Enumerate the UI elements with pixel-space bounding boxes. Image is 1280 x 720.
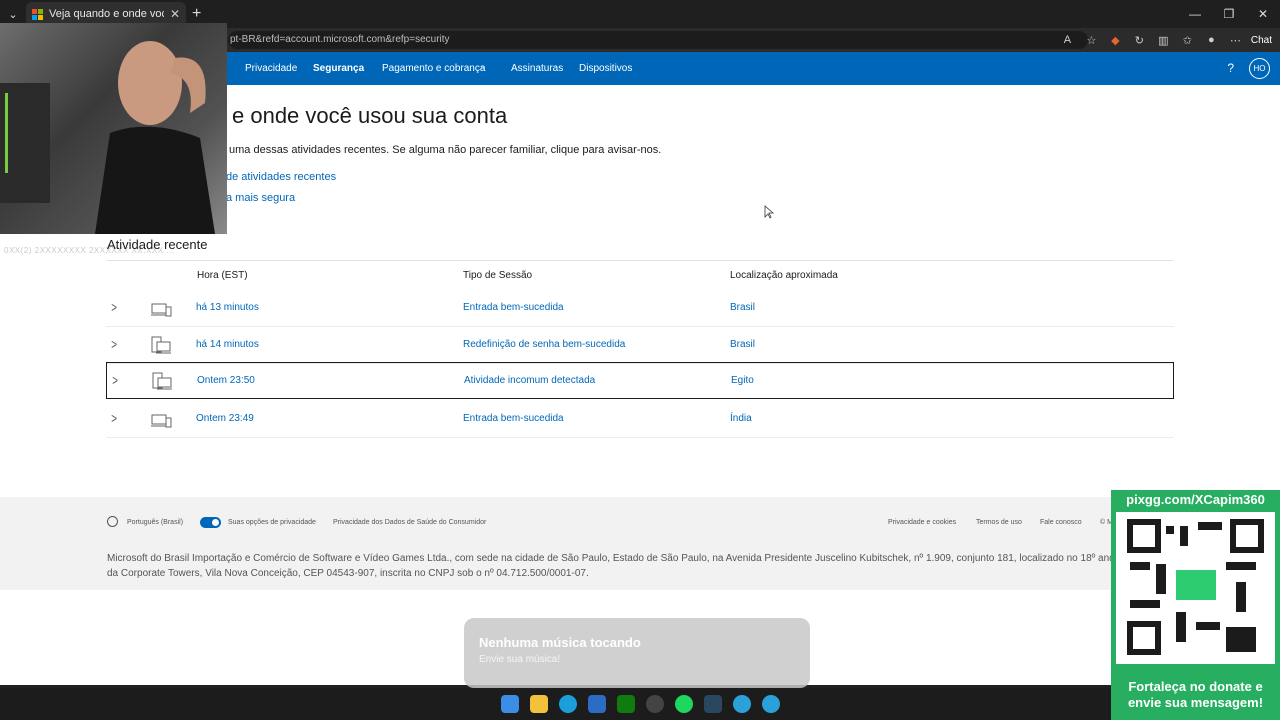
more-options-icon[interactable]: ⋯ [1227,34,1244,47]
footer-link-terms[interactable]: Termos de uso [976,519,1022,526]
page-subtitle: uma dessas atividades recentes. Se algum… [229,144,662,156]
footer-link-privacy[interactable]: Privacidade e cookies [888,519,956,526]
row-session-type[interactable]: Entrada bem-sucedida [463,302,564,313]
row-time[interactable]: há 14 minutos [196,339,259,350]
row-location[interactable]: Índia [730,413,752,424]
row-session-type[interactable]: Entrada bem-sucedida [463,413,564,424]
microsoft-logo-icon [32,8,43,20]
nav-item-privacidade[interactable]: Privacidade [245,63,297,74]
table-row[interactable]: > Ontem 23:49 Entrada bem-sucedida Índia [106,401,1174,438]
maximize-button[interactable]: ❐ [1212,0,1246,28]
promo-message: Fortaleça no donate e envie sua mensagem… [1127,679,1264,710]
globe-icon [107,516,118,527]
table-row-selected[interactable]: > Ontem 23:50 Atividade incomum detectad… [106,362,1174,399]
telegram-icon[interactable] [732,695,751,713]
chevron-right-icon[interactable]: > [111,299,117,315]
footer: Português (Brasil) Suas opções de privac… [0,497,1280,590]
recent-activity-link[interactable]: de atividades recentes [226,171,336,183]
windows-start-icon[interactable] [500,695,519,713]
row-session-type[interactable]: Atividade incomum detectada [464,375,595,386]
external-link-icon: ▫ [481,62,485,72]
promo-url: pixgg.com/XCapim360 [1126,492,1265,507]
telegram-icon[interactable] [761,695,780,713]
chevron-right-icon[interactable]: > [111,336,117,352]
desktop-icon [152,372,172,390]
minimize-button[interactable]: — [1178,0,1212,28]
legal-text: Microsoft do Brasil Importação e Comérci… [107,553,1124,579]
column-header-session: Tipo de Sessão [463,270,533,281]
read-aloud-icon[interactable]: A [1059,34,1076,46]
close-tab-icon[interactable]: ✕ [170,7,180,21]
desktop-icon [151,336,171,354]
row-location[interactable]: Brasil [730,339,755,350]
toast-title: Nenhuma música tocando [479,635,641,650]
more-secure-link[interactable]: a mais segura [226,192,295,204]
row-location[interactable]: Egito [731,375,754,386]
favorite-star-icon[interactable]: ☆ [1083,34,1100,47]
footer-link-contact[interactable]: Fale conosco [1040,519,1082,526]
profile-icon[interactable]: ● [1203,34,1220,46]
page-title: e onde você usou sua conta [232,103,508,128]
laptop-phone-icon [151,414,172,428]
divider [107,260,1174,261]
row-time[interactable]: Ontem 23:49 [196,413,254,424]
taskbar [0,688,1280,720]
row-location[interactable]: Brasil [730,302,755,313]
row-session-type[interactable]: Redefinição de senha bem-sucedida [463,339,625,350]
obs-icon[interactable] [645,695,664,713]
column-header-time: Hora (EST) [197,270,248,281]
close-window-button[interactable]: ✕ [1246,0,1280,28]
section-title: Atividade recente [107,237,208,252]
window-controls: — ❐ ✕ [1178,0,1280,28]
nav-item-assinaturas[interactable]: Assinaturas [511,63,563,74]
table-row[interactable]: > há 14 minutos Redefinição de senha bem… [106,327,1174,364]
privacy-toggle-icon[interactable] [200,517,221,528]
row-time[interactable]: há 13 minutos [196,302,259,313]
spotify-icon[interactable] [674,695,693,713]
language-selector[interactable]: Português (Brasil) [127,519,183,526]
nav-item-seguranca[interactable]: Segurança [313,63,364,74]
donation-promo: pixgg.com/XCapim360 Fortaleça no donate … [1111,490,1280,720]
address-bar[interactable]: pt-BR&refd=account.microsoft.com&refp=se… [228,31,1088,49]
health-privacy-link[interactable]: Privacidade dos Dados de Saúde do Consum… [333,519,486,526]
outlook-icon[interactable] [587,695,606,713]
laptop-phone-icon [151,303,172,317]
file-explorer-icon[interactable] [529,695,548,713]
nav-item-pagamento[interactable]: Pagamento e cobrança [382,63,485,74]
toast-subtitle: Envie sua música! [479,654,561,665]
steam-icon[interactable] [703,695,722,713]
favorites-icon[interactable]: ✩ [1179,34,1196,47]
new-tab-button[interactable]: + [192,5,201,23]
xbox-icon[interactable] [616,695,635,713]
table-row[interactable]: > há 13 minutos Entrada bem-sucedida Bra… [106,290,1174,327]
nav-item-dispositivos[interactable]: Dispositivos [579,63,632,74]
split-screen-icon[interactable]: ▥ [1155,34,1172,47]
mouse-cursor-icon [764,205,774,219]
qr-code-icon [1116,512,1275,664]
copilot-chat-button[interactable]: Chat [1251,35,1272,46]
webcam-overlay [0,23,227,234]
avatar[interactable]: HO [1249,58,1270,79]
refresh-icon[interactable]: ↻ [1131,34,1148,47]
music-toast: Nenhuma música tocando Envie sua música! [464,618,810,688]
privacy-choices-link[interactable]: Suas opções de privacidade [228,519,316,526]
tab-title: Veja quando e onde você usou su [49,8,164,20]
row-time[interactable]: Ontem 23:50 [197,375,255,386]
edge-browser-icon[interactable] [558,695,577,713]
chevron-right-icon[interactable]: > [111,410,117,426]
extension-icon[interactable]: ◆ [1107,34,1124,47]
streamer-figure-icon [0,41,215,234]
column-header-location: Localização aproximada [730,270,838,281]
help-icon[interactable]: ? [1227,61,1234,75]
chevron-right-icon[interactable]: > [112,372,118,388]
